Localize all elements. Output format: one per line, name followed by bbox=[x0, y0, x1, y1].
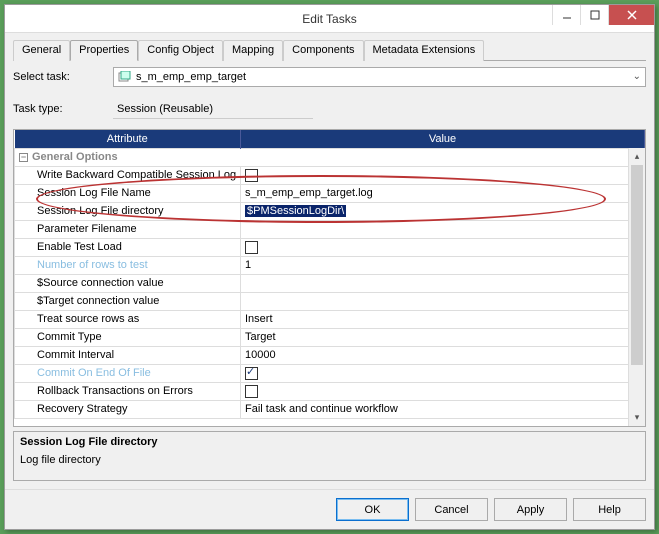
description-panel: Session Log File directory Log file dire… bbox=[13, 431, 646, 481]
value-cell[interactable]: Target bbox=[241, 328, 645, 346]
value-cell[interactable] bbox=[241, 166, 645, 184]
properties-grid: Attribute Value −General OptionsWrite Ba… bbox=[13, 129, 646, 427]
select-task-value: s_m_emp_emp_target bbox=[136, 71, 246, 83]
checkbox[interactable] bbox=[245, 367, 258, 380]
scroll-up-icon[interactable]: ▴ bbox=[629, 148, 645, 165]
tab-components[interactable]: Components bbox=[283, 40, 363, 61]
select-task-label: Select task: bbox=[13, 71, 113, 83]
attr-cell: Commit On End Of File bbox=[15, 364, 241, 382]
description-body: Log file directory bbox=[20, 454, 639, 466]
table-row[interactable]: Treat source rows asInsert bbox=[15, 310, 645, 328]
value-cell[interactable] bbox=[241, 274, 645, 292]
value-cell[interactable] bbox=[241, 292, 645, 310]
table-row[interactable]: Commit Interval10000 bbox=[15, 346, 645, 364]
col-attribute[interactable]: Attribute bbox=[15, 130, 241, 148]
dialog-footer: OK Cancel Apply Help bbox=[5, 489, 654, 529]
attr-cell: Number of rows to test bbox=[15, 256, 241, 274]
table-row[interactable]: Write Backward Compatible Session Log Fi… bbox=[15, 166, 645, 184]
select-task-dropdown[interactable]: s_m_emp_emp_target ⌄ bbox=[113, 67, 646, 87]
table-row[interactable]: Session Log File directory $PMSessionLogD… bbox=[15, 202, 645, 220]
vertical-scrollbar[interactable]: ▴ ▾ bbox=[628, 148, 645, 426]
value-cell[interactable] bbox=[241, 382, 645, 400]
table-row[interactable]: Number of rows to test1 bbox=[15, 256, 645, 274]
chevron-down-icon: ⌄ bbox=[633, 71, 641, 82]
tab-mapping[interactable]: Mapping bbox=[223, 40, 283, 61]
table-row[interactable]: Recovery StrategyFail task and continue … bbox=[15, 400, 645, 418]
attr-cell: Enable Test Load bbox=[15, 238, 241, 256]
group-row[interactable]: −General Options bbox=[15, 148, 645, 166]
value-cell[interactable]: 10000 bbox=[241, 346, 645, 364]
table-row[interactable]: $Source connection value bbox=[15, 274, 645, 292]
tab-bar: General Properties Config Object Mapping… bbox=[13, 39, 646, 61]
checkbox[interactable] bbox=[245, 241, 258, 254]
session-icon bbox=[118, 71, 132, 83]
table-row[interactable]: Enable Test Load bbox=[15, 238, 645, 256]
attr-cell: Commit Type bbox=[15, 328, 241, 346]
value-cell[interactable] bbox=[241, 238, 645, 256]
table-row[interactable]: $Target connection value bbox=[15, 292, 645, 310]
value-cell[interactable]: Insert bbox=[241, 310, 645, 328]
help-button[interactable]: Help bbox=[573, 498, 646, 521]
window-controls bbox=[552, 5, 654, 25]
group-label: General Options bbox=[32, 151, 118, 163]
task-type-value: Session (Reusable) bbox=[113, 99, 313, 119]
attr-cell: Write Backward Compatible Session Log Fi… bbox=[15, 166, 241, 184]
value-cell[interactable] bbox=[241, 220, 645, 238]
table-row[interactable]: Commit On End Of File bbox=[15, 364, 645, 382]
attr-cell: Session Log File directory bbox=[15, 202, 241, 220]
ok-button[interactable]: OK bbox=[336, 498, 409, 521]
attr-cell: Treat source rows as bbox=[15, 310, 241, 328]
checkbox[interactable] bbox=[245, 169, 258, 182]
attr-cell: Recovery Strategy bbox=[15, 400, 241, 418]
task-type-label: Task type: bbox=[13, 103, 113, 115]
tab-metadata-extensions[interactable]: Metadata Extensions bbox=[364, 40, 485, 61]
scroll-down-icon[interactable]: ▾ bbox=[629, 409, 645, 426]
attr-cell: $Target connection value bbox=[15, 292, 241, 310]
value-cell[interactable]: 1 bbox=[241, 256, 645, 274]
attr-cell: Parameter Filename bbox=[15, 220, 241, 238]
titlebar: Edit Tasks bbox=[5, 5, 654, 33]
edit-tasks-window: Edit Tasks General Properties Config Obj… bbox=[4, 4, 655, 530]
table-row[interactable]: Commit TypeTarget bbox=[15, 328, 645, 346]
value-cell[interactable]: s_m_emp_emp_target.log bbox=[241, 184, 645, 202]
attr-cell: Rollback Transactions on Errors bbox=[15, 382, 241, 400]
checkbox[interactable] bbox=[245, 385, 258, 398]
col-value[interactable]: Value bbox=[241, 130, 645, 148]
attr-cell: Commit Interval bbox=[15, 346, 241, 364]
table-row[interactable]: Parameter Filename bbox=[15, 220, 645, 238]
selected-value[interactable]: $PMSessionLogDir\ bbox=[245, 205, 346, 217]
table-row[interactable]: Rollback Transactions on Errors bbox=[15, 382, 645, 400]
tab-general[interactable]: General bbox=[13, 40, 70, 61]
tab-config-object[interactable]: Config Object bbox=[138, 40, 223, 61]
apply-button[interactable]: Apply bbox=[494, 498, 567, 521]
description-title: Session Log File directory bbox=[20, 436, 639, 448]
attr-cell: $Source connection value bbox=[15, 274, 241, 292]
close-button[interactable] bbox=[608, 5, 654, 25]
tab-properties[interactable]: Properties bbox=[70, 40, 138, 61]
value-cell[interactable]: $PMSessionLogDir\ bbox=[241, 202, 645, 220]
attr-cell: Session Log File Name bbox=[15, 184, 241, 202]
minimize-button[interactable] bbox=[552, 5, 580, 25]
cancel-button[interactable]: Cancel bbox=[415, 498, 488, 521]
collapse-icon[interactable]: − bbox=[19, 153, 28, 162]
value-cell[interactable]: Fail task and continue workflow bbox=[241, 400, 645, 418]
table-row[interactable]: Session Log File Names_m_emp_emp_target.… bbox=[15, 184, 645, 202]
value-cell[interactable] bbox=[241, 364, 645, 382]
maximize-button[interactable] bbox=[580, 5, 608, 25]
